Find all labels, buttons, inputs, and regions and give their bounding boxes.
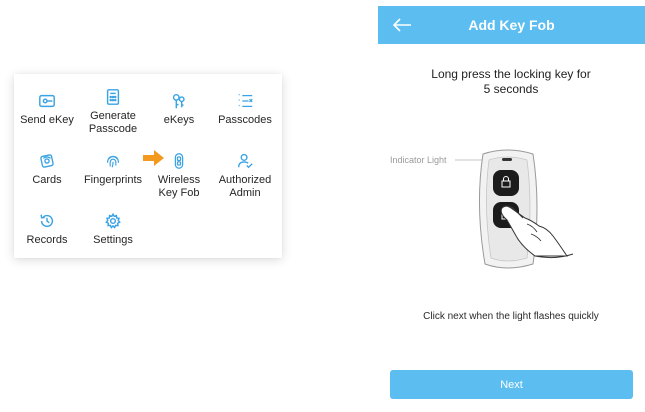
send-ekey-icon <box>36 90 58 112</box>
pointer-arrow-icon <box>143 150 164 166</box>
menu-item-label: Cards <box>32 174 62 186</box>
ekeys-icon <box>168 90 190 112</box>
key-fob-icon <box>168 150 190 172</box>
menu-item-fingerprints[interactable]: Fingerprints <box>80 150 146 187</box>
generate-passcode-icon <box>102 86 124 108</box>
menu-item-label: Records <box>26 234 68 246</box>
key-fob-illustration <box>455 149 574 269</box>
menu-item-ekeys[interactable]: eKeys <box>146 90 212 127</box>
instruction-text: Long press the locking key for 5 seconds <box>431 67 591 96</box>
menu-item-label: Wireless Key Fob <box>157 174 201 199</box>
menu-item-label: Generate Passcode <box>88 110 138 135</box>
menu-item-passcodes[interactable]: Passcodes <box>212 90 278 127</box>
cards-icon <box>36 150 58 172</box>
hint-text: Click next when the light flashes quickl… <box>423 311 599 322</box>
admin-icon <box>234 150 256 172</box>
menu-item-label: Fingerprints <box>83 174 143 186</box>
records-icon <box>36 210 58 232</box>
lock-menu-card: Send eKey Generate Passcode eKeys Passco… <box>14 74 282 258</box>
next-button[interactable]: Next <box>390 370 633 399</box>
menu-item-authorized-admin[interactable]: Authorized Admin <box>212 150 278 200</box>
page-title: Add Key Fob <box>468 17 555 33</box>
settings-icon <box>102 210 124 232</box>
menu-item-generate-passcode[interactable]: Generate Passcode <box>80 86 146 136</box>
menu-item-label: Passcodes <box>218 114 272 126</box>
indicator-light-label: Indicator Light <box>390 155 447 165</box>
passcodes-icon <box>234 90 256 112</box>
menu-item-label: eKeys <box>163 114 195 126</box>
menu-item-cards[interactable]: Cards <box>14 150 80 187</box>
menu-item-records[interactable]: Records <box>14 210 80 247</box>
menu-item-label: Authorized Admin <box>218 174 272 199</box>
menu-item-label: Settings <box>93 234 133 246</box>
menu-item-label: Send eKey <box>20 114 74 126</box>
fingerprint-icon <box>102 150 124 172</box>
menu-item-settings[interactable]: Settings <box>80 210 146 247</box>
menu-item-send-ekey[interactable]: Send eKey <box>14 90 80 127</box>
app-header: Add Key Fob <box>378 6 645 44</box>
